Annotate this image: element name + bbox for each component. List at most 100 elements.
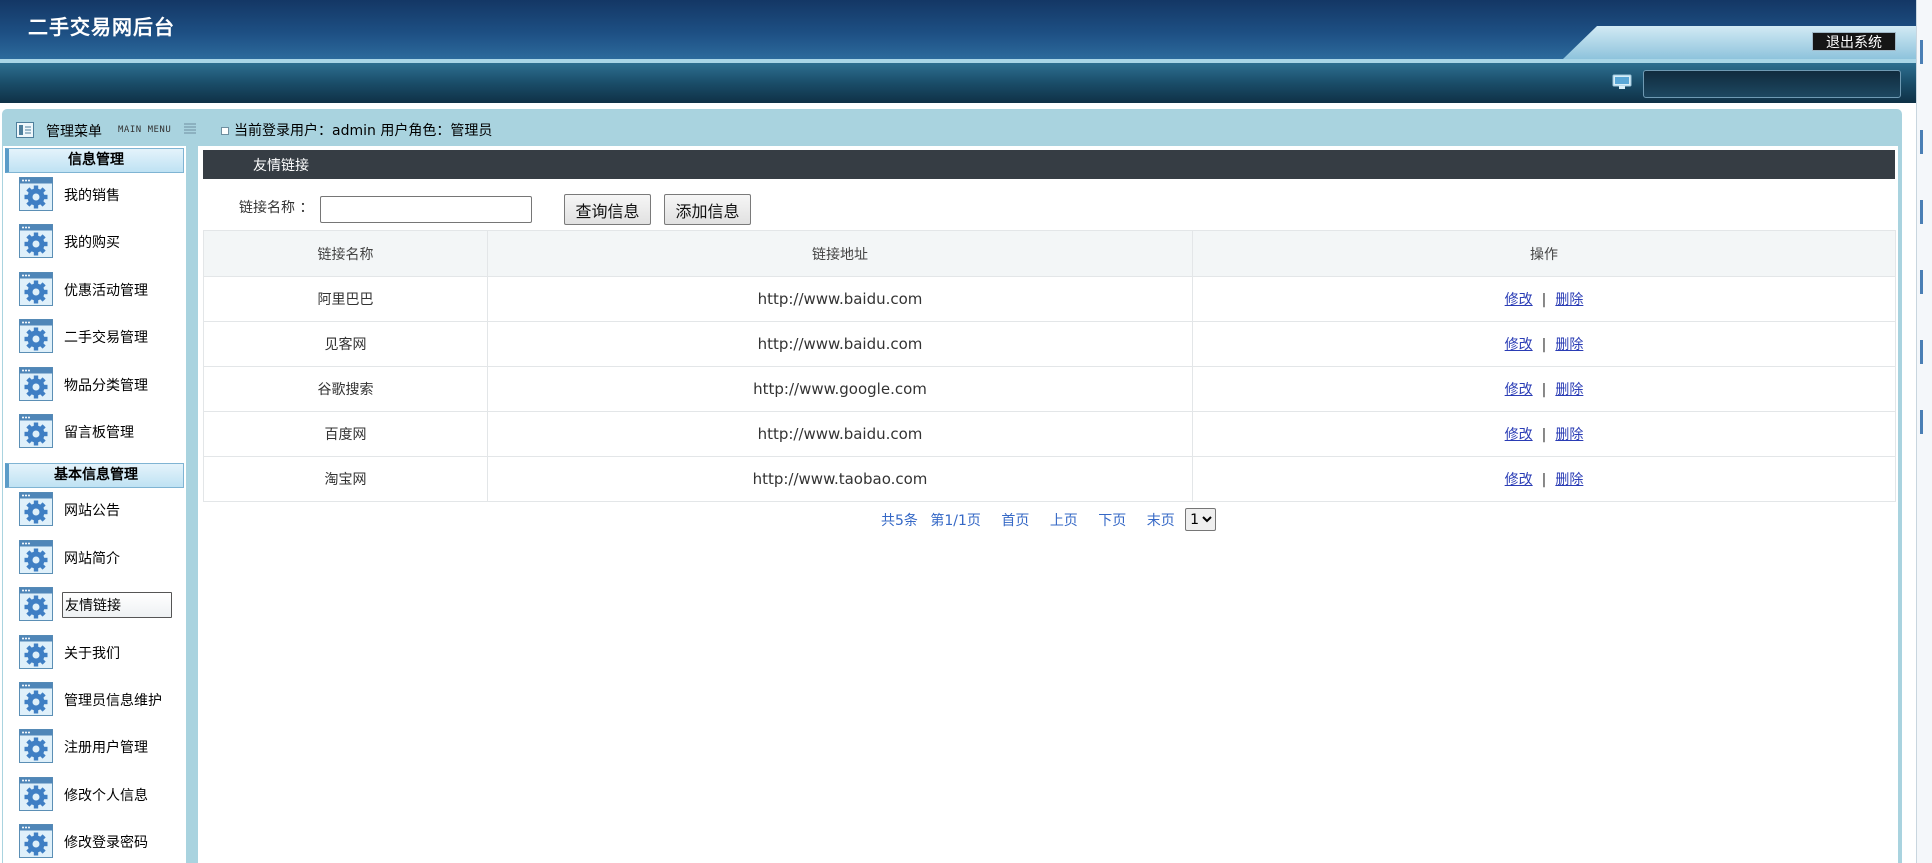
menu-collapse-icon[interactable] [184, 122, 196, 136]
link-url-cell: http://www.google.com [487, 366, 1193, 412]
gear-icon [19, 587, 53, 622]
action-separator: | [1541, 427, 1547, 443]
add-button[interactable]: 添加信息 [664, 194, 751, 225]
exit-button[interactable]: 退出系统 [1812, 32, 1896, 51]
total-count: 共5条 [881, 512, 918, 529]
column-header-link-name: 链接名称 [203, 230, 488, 277]
current-user-text: 当前登录用户：admin 用户角色：管理员 [234, 123, 493, 139]
sidebar-item[interactable]: 修改登录密码 [19, 823, 179, 861]
delete-link[interactable]: 删除 [1555, 292, 1583, 308]
menu-title: 管理菜单 [46, 124, 102, 140]
sidebar-item-label: 友情链接 [62, 592, 172, 619]
sidebar-item[interactable]: 物品分类管理 [19, 366, 179, 404]
edit-link[interactable]: 修改 [1505, 382, 1533, 398]
gear-icon [19, 319, 53, 354]
edit-link[interactable]: 修改 [1505, 427, 1533, 443]
link-name-cell: 阿里巴巴 [203, 276, 488, 322]
edge-mark [1920, 130, 1923, 154]
sidebar-section-header[interactable]: 信息管理 [5, 148, 184, 173]
gear-icon [19, 729, 53, 764]
toolbar-field [1643, 70, 1901, 98]
page-title: 友情链接 [253, 158, 309, 174]
link-name-label: 链接名称 ： [239, 200, 314, 216]
sidebar-item[interactable]: 我的购买 [19, 223, 179, 261]
link-url-cell: http://www.baidu.com [487, 321, 1193, 367]
sidebar-item[interactable]: 二手交易管理 [19, 318, 179, 356]
current-user-info: 当前登录用户：admin 用户角色：管理员 [221, 120, 492, 140]
delete-link[interactable]: 删除 [1555, 382, 1583, 398]
gear-icon [19, 177, 53, 211]
next-page-link[interactable]: 下页 [1098, 510, 1126, 530]
sidebar-item[interactable]: 网站简介 [19, 539, 179, 577]
edit-link[interactable]: 修改 [1505, 292, 1533, 308]
table-row: 百度网 http://www.baidu.com 修改 | 删除 [203, 411, 1896, 457]
gear-icon [19, 776, 53, 811]
sidebar: 信息管理我的销售我的购买优惠活动管理 二手交易管理物品分类管理留言板管理基本信息管… [3, 146, 186, 863]
first-page-link[interactable]: 首页 [1001, 510, 1029, 530]
edit-link[interactable]: 修改 [1505, 337, 1533, 353]
action-separator: | [1541, 382, 1547, 398]
edge-mark [1920, 410, 1923, 434]
sidebar-item[interactable]: 修改个人信息 [19, 776, 179, 814]
sidebar-item[interactable]: 优惠活动管理 [19, 271, 179, 309]
link-name-cell: 谷歌搜索 [203, 366, 488, 412]
content-area: 友情链接 链接名称 ： 查询信息 添加信息 链接名称 链接地址 操作 阿里巴巴 h… [198, 146, 1898, 863]
link-url-cell: http://www.baidu.com [487, 276, 1193, 322]
table-row: 见客网 http://www.baidu.com 修改 | 删除 [203, 321, 1896, 367]
edit-link[interactable]: 修改 [1505, 472, 1533, 488]
sidebar-item-label: 我的购买 [64, 235, 120, 252]
sidebar-item[interactable]: 管理员信息维护 [19, 681, 179, 719]
page-title-bar: 友情链接 [203, 150, 1895, 179]
action-separator: | [1541, 472, 1547, 488]
query-button[interactable]: 查询信息 [564, 194, 651, 225]
sidebar-item-label: 留言板管理 [64, 425, 134, 441]
delete-link[interactable]: 删除 [1555, 337, 1583, 353]
bullet-icon [221, 127, 229, 135]
sidebar-item-label: 关于我们 [64, 645, 120, 662]
sidebar-item-label: 二手交易管理 [64, 330, 148, 347]
link-url-cell: http://www.baidu.com [487, 411, 1193, 457]
menu-header: 管理菜单 MAIN MENU [16, 119, 196, 143]
sidebar-item-label: 注册用户管理 [64, 740, 148, 757]
gear-icon [19, 224, 53, 259]
sidebar-item[interactable]: 我的销售 [19, 176, 179, 214]
app-title: 二手交易网后台 [28, 15, 175, 39]
sidebar-section-header[interactable]: 基本信息管理 [5, 463, 184, 489]
gear-icon [19, 539, 53, 574]
link-url-cell: http://www.taobao.com [487, 456, 1193, 502]
table-row: 阿里巴巴 http://www.baidu.com 修改 | 删除 [203, 276, 1896, 322]
link-name-cell: 见客网 [203, 321, 488, 367]
actions-cell: 修改 | 删除 [1192, 456, 1896, 502]
page-info: 第1/1页 [930, 512, 981, 529]
delete-link[interactable]: 删除 [1555, 427, 1583, 443]
sidebar-item-label: 我的销售 [64, 188, 120, 204]
sidebar-item[interactable]: 留言板管理 [19, 413, 179, 451]
search-row: 链接名称 ： 查询信息 添加信息 [203, 186, 1895, 226]
link-name-cell: 百度网 [203, 411, 488, 457]
action-separator: | [1541, 292, 1547, 308]
menu-subtitle: MAIN MENU [118, 125, 172, 135]
gear-icon [19, 824, 53, 859]
sidebar-item[interactable]: 关于我们 [19, 634, 179, 672]
delete-link[interactable]: 删除 [1555, 472, 1583, 488]
edge-mark [1920, 200, 1923, 224]
sidebar-item-label: 网站简介 [64, 550, 120, 567]
monitor-icon [1612, 74, 1632, 89]
table-body: 阿里巴巴 http://www.baidu.com 修改 | 删除 见客网 http://w… [203, 276, 1896, 502]
sidebar-item[interactable]: 网站公告 [19, 491, 179, 529]
page-select[interactable]: 1 [1185, 508, 1217, 531]
actions-cell: 修改 | 删除 [1192, 321, 1896, 367]
prev-page-link[interactable]: 上页 [1050, 510, 1078, 530]
sidebar-item[interactable]: 友情链接 [19, 586, 179, 624]
gear-icon [19, 682, 53, 716]
gear-icon [19, 492, 53, 527]
table-row: 谷歌搜索 http://www.google.com 修改 | 删除 [203, 366, 1896, 412]
actions-cell: 修改 | 删除 [1192, 411, 1896, 457]
sidebar-item[interactable]: 注册用户管理 [19, 728, 179, 766]
sidebar-item-label: 优惠活动管理 [64, 282, 148, 299]
edge-mark [1920, 270, 1923, 294]
edge-mark [1920, 340, 1923, 364]
last-page-link[interactable]: 末页 [1147, 510, 1175, 530]
sidebar-item-label: 管理员信息维护 [64, 693, 162, 709]
link-name-search-input[interactable] [320, 196, 532, 223]
